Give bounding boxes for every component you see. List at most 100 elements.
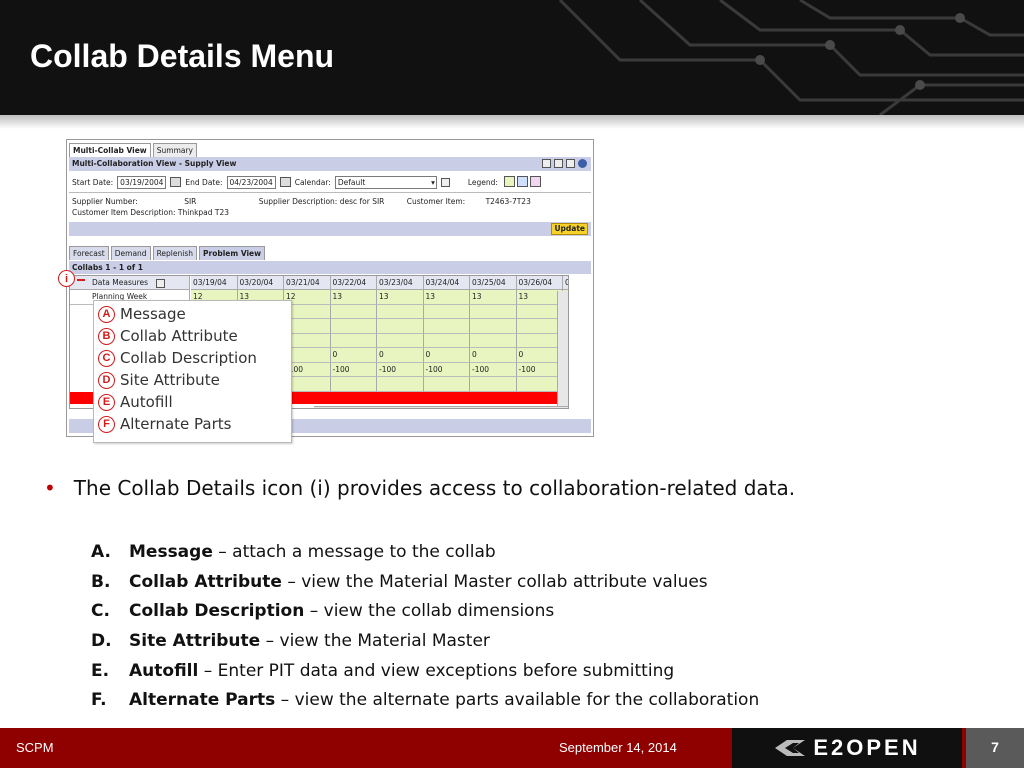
menu-item-collab-attribute[interactable]: B Collab Attribute <box>98 325 238 347</box>
vertical-scrollbar[interactable] <box>557 291 568 408</box>
grid-cell[interactable] <box>470 319 517 334</box>
legend-label: Legend: <box>467 177 498 187</box>
update-button[interactable]: Update <box>551 223 588 235</box>
tab-demand[interactable]: Demand <box>110 246 151 260</box>
grid-cell[interactable]: -100 <box>423 362 470 377</box>
grid-cell[interactable]: 0 <box>330 348 377 363</box>
customer-item-desc: Customer Item Description: Thinkpad T23 <box>72 208 230 217</box>
footer-label: SCPM <box>16 740 54 755</box>
grid-cell[interactable]: 0 <box>470 348 517 363</box>
grid-cell[interactable] <box>330 304 377 319</box>
grid-cell[interactable] <box>377 319 424 334</box>
edit-icon[interactable] <box>566 159 575 168</box>
logo-text: E2OPEN <box>813 735 921 760</box>
grid-cell[interactable] <box>470 333 517 348</box>
grid-cell[interactable]: 13 <box>423 290 470 305</box>
grid-cell[interactable]: -100 <box>470 362 517 377</box>
measure-header: Data Measures <box>92 278 149 287</box>
supplier-number: SIR <box>184 197 197 206</box>
grid-cell[interactable]: 0 <box>423 348 470 363</box>
grid-cell[interactable]: 13 <box>377 290 424 305</box>
definition-item: A. Message – attach a message to the coll… <box>91 542 991 572</box>
supplier-desc-label: Supplier Description: <box>258 197 338 206</box>
tab-summary[interactable]: Summary <box>152 143 197 157</box>
def-letter: A. <box>91 542 111 562</box>
menu-item-autofill[interactable]: E Autofill <box>98 391 173 413</box>
collab-details-icon[interactable] <box>156 278 166 288</box>
grid-date-header: 03/25/04 <box>470 276 517 290</box>
grid-cell[interactable]: -100 <box>377 362 424 377</box>
grid-cell[interactable] <box>330 377 377 392</box>
grid-cell[interactable] <box>423 333 470 348</box>
grid-icon[interactable] <box>542 159 551 168</box>
def-desc: – view the Material Master <box>260 631 490 652</box>
header-shadow <box>0 115 1024 129</box>
def-letter: C. <box>91 601 110 622</box>
tab-problem-view[interactable]: Problem View <box>199 246 266 260</box>
end-date-label: End Date: <box>185 177 223 187</box>
slide-header: Collab Details Menu <box>0 0 1024 115</box>
supplier-desc: desc for SIR <box>339 197 385 206</box>
grid-cell[interactable] <box>377 333 424 348</box>
def-desc: – view the alternate parts available for… <box>275 690 760 711</box>
menu-label: Autofill <box>120 393 173 411</box>
grid-cell[interactable] <box>470 304 517 319</box>
definition-list: A. Message – attach a message to the coll… <box>91 542 991 720</box>
tab-multi-collab-view[interactable]: Multi-Collab View <box>69 143 151 157</box>
grid-cell[interactable] <box>377 304 424 319</box>
tab-forecast[interactable]: Forecast <box>69 246 109 260</box>
menu-item-alternate-parts[interactable]: F Alternate Parts <box>98 413 231 435</box>
grid-date-header: 03/26/04 <box>516 276 563 290</box>
badge-a: A <box>98 305 115 323</box>
slide-title: Collab Details Menu <box>30 38 335 74</box>
grid-date-header: 0 <box>563 276 568 290</box>
grid-cell[interactable] <box>423 319 470 334</box>
menu-item-message[interactable]: A Message <box>98 303 186 325</box>
tab-replenish[interactable]: Replenish <box>152 246 198 260</box>
grid-cell[interactable] <box>377 377 424 392</box>
calendar-icon[interactable] <box>279 177 291 187</box>
supplier-info: Supplier Number: SIR Supplier Descriptio… <box>69 192 591 222</box>
grid-cell[interactable]: 0 <box>377 348 424 363</box>
def-term: Collab Attribute <box>129 571 282 592</box>
menu-label: Collab Attribute <box>120 327 238 345</box>
badge-e: E <box>98 393 115 411</box>
company-logo: E2OPEN <box>732 728 962 768</box>
collabs-count: Collabs 1 - 1 of 1 <box>69 261 591 274</box>
def-desc: – attach a message to the collab <box>212 542 496 562</box>
definition-item: B. Collab Attribute – view the Material M… <box>91 572 991 602</box>
grid-cell[interactable] <box>423 304 470 319</box>
grid-cell[interactable] <box>330 319 377 334</box>
grid-cell[interactable]: -100 <box>330 362 377 377</box>
def-term: Autofill <box>129 660 199 681</box>
toolbar-icons <box>542 159 587 168</box>
customer-item-label: Customer Item: <box>406 197 466 206</box>
end-date-input[interactable]: 04/23/2004 <box>226 175 276 189</box>
definition-item: E. Autofill – Enter PIT data and view exc… <box>91 661 991 691</box>
date-filter-row: Start Date: 03/19/2004 End Date: 04/23/2… <box>69 174 591 190</box>
badge-c: C <box>98 349 115 367</box>
calendar-icon[interactable] <box>170 177 182 187</box>
grid-cell[interactable] <box>470 377 517 392</box>
marker-connector <box>77 279 85 281</box>
view-title-bar: Multi-Collaboration View - Supply View <box>69 157 591 171</box>
badge-f: F <box>98 415 115 433</box>
menu-item-site-attribute[interactable]: D Site Attribute <box>98 369 220 391</box>
calendar-select[interactable]: Default <box>334 175 437 189</box>
grid-cell[interactable]: 13 <box>330 290 377 305</box>
bullet-text: The Collab Details icon (i) provides acc… <box>73 476 796 500</box>
refresh-icon[interactable] <box>440 177 450 187</box>
export-icon[interactable] <box>554 159 563 168</box>
grid-cell[interactable]: 13 <box>470 290 517 305</box>
grid-cell[interactable] <box>330 333 377 348</box>
help-icon[interactable] <box>578 159 587 168</box>
collab-details-menu: A Message B Collab Attribute C Collab De… <box>93 300 292 443</box>
def-term: Message <box>129 542 213 562</box>
start-date-input[interactable]: 03/19/2004 <box>117 175 167 189</box>
collab-details-marker: i <box>58 270 75 287</box>
customer-item: T2463-7T23 <box>485 197 531 206</box>
menu-item-collab-description[interactable]: C Collab Description <box>98 347 257 369</box>
horizontal-scrollbar[interactable] <box>314 406 568 408</box>
grid-date-header: 03/19/04 <box>191 276 238 290</box>
grid-cell[interactable] <box>423 377 470 392</box>
